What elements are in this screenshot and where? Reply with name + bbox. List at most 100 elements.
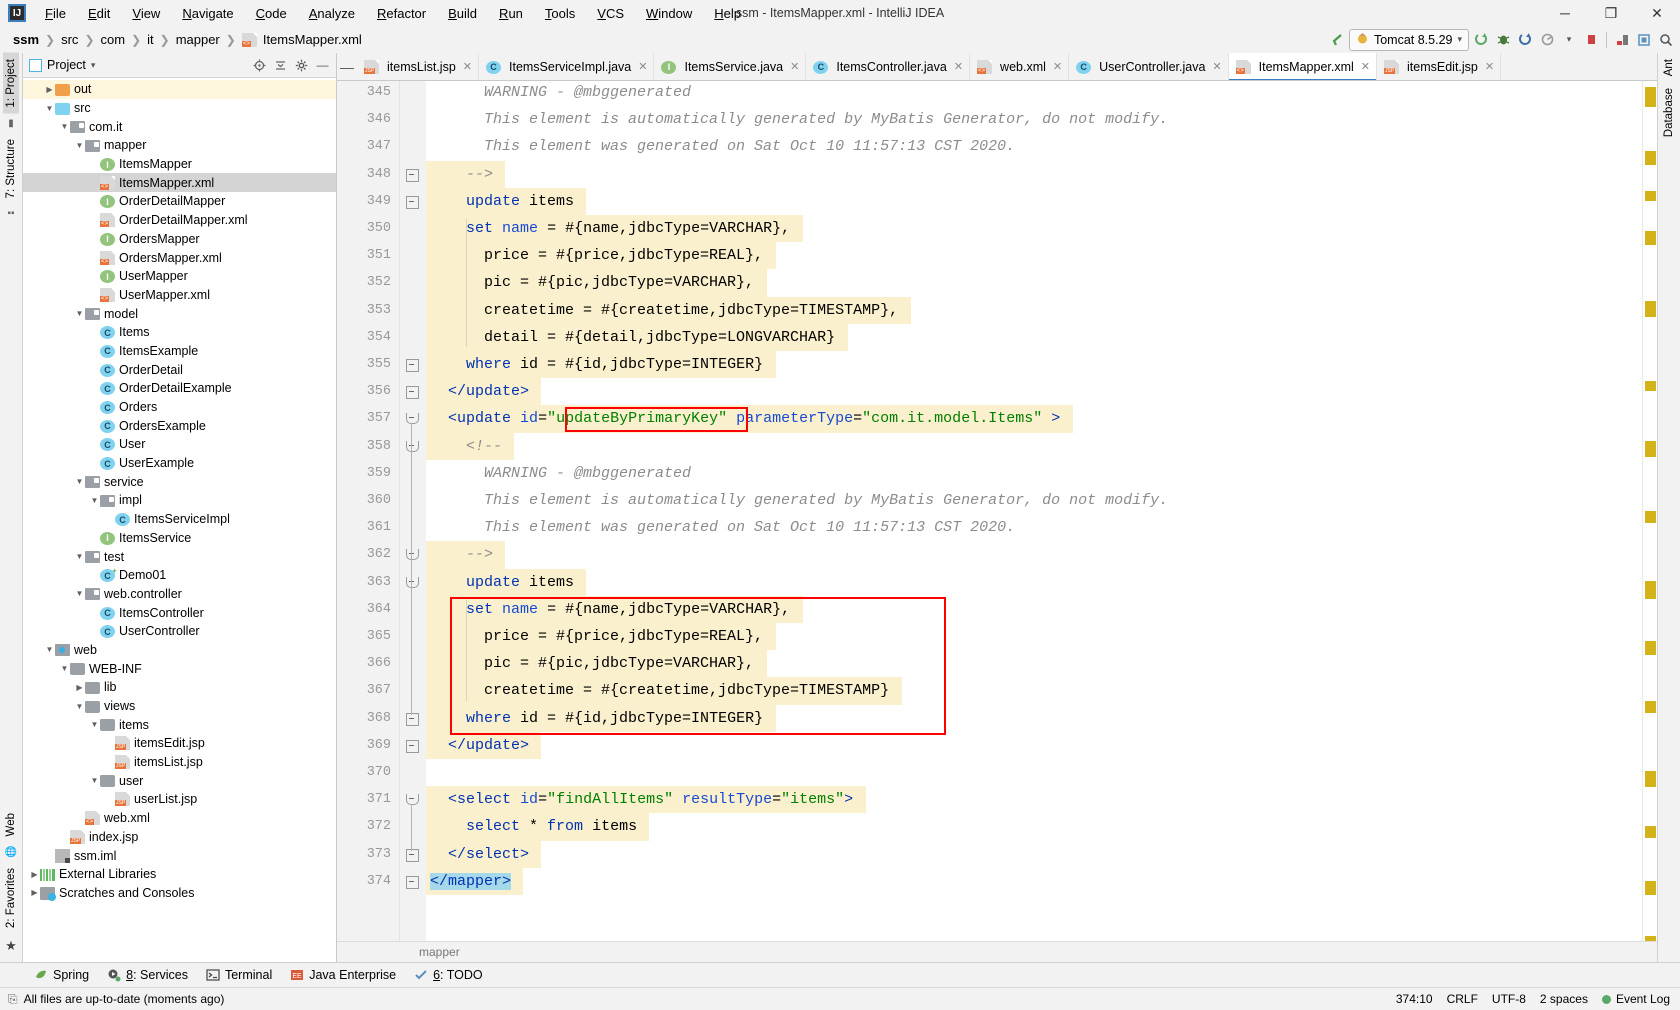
sidebar-tab-ant[interactable]: Ant [1661,53,1677,82]
tool-window-todo[interactable]: 6: TODO [406,966,491,984]
menu-item-build[interactable]: Build [437,3,488,24]
fold-toggle-icon[interactable] [406,848,419,862]
sidebar-tab-structure[interactable]: 7: Structure [3,133,19,204]
sidebar-tab-web[interactable]: Web [3,807,19,842]
tree-item[interactable]: ▼ web [23,641,336,660]
code-line[interactable]: WARNING - @mbggenerated [426,81,1642,106]
chevron-down-icon[interactable]: ▼ [74,702,85,711]
editor-tab-web-xml[interactable]: web.xml ✕ [970,53,1070,80]
tree-item[interactable]: ▶C UserController [23,622,336,641]
tree-item[interactable]: ▶I UserMapper [23,267,336,286]
tree-item[interactable]: ▶C OrderDetail [23,360,336,379]
breadcrumb-item-ssm[interactable]: ssm [8,30,44,49]
sidebar-tab-favorites[interactable]: 2: Favorites [3,862,19,934]
project-tree[interactable]: ▶out▼src▼com.it▼mapper▶IItemsMapper▶Item… [23,78,336,962]
code-line[interactable]: </update> [426,378,1642,405]
menu-item-window[interactable]: Window [635,3,703,24]
fold-toggle-icon[interactable] [406,875,419,889]
chevron-down-icon[interactable]: ▼ [74,309,85,318]
tree-item[interactable]: ▼ model [23,304,336,323]
tree-item[interactable]: ▶ userList.jsp [23,790,336,809]
code-line[interactable]: </update> [426,732,1642,759]
profile-icon[interactable] [1537,30,1557,50]
code-line[interactable]: This element is automatically generated … [426,487,1642,514]
tree-item[interactable]: ▼ src [23,99,336,118]
tree-item[interactable]: ▶C OrderDetailExample [23,379,336,398]
code-line[interactable]: <update id="updateByPrimaryKey" paramete… [426,405,1642,432]
tree-item[interactable]: ▶I OrderDetailMapper [23,192,336,211]
tree-item[interactable]: ▶ OrdersMapper.xml [23,248,336,267]
code-line[interactable]: createtime = #{createtime,jdbcType=TIMES… [426,297,1642,324]
menu-item-edit[interactable]: Edit [77,3,121,24]
chevron-down-icon[interactable]: ▼ [44,104,55,113]
tree-item[interactable]: ▼ mapper [23,136,336,155]
menu-item-help[interactable]: Help [703,3,752,24]
fold-toggle-icon[interactable] [406,413,419,425]
chevron-down-icon[interactable]: ▼ [89,720,100,729]
menu-item-view[interactable]: View [121,3,171,24]
tree-item[interactable]: ▶C ItemsServiceImpl [23,510,336,529]
search-everywhere-icon[interactable] [1656,30,1676,50]
fold-toggle-icon[interactable] [406,386,419,400]
project-title-group[interactable]: Project ▾ [23,58,95,72]
code-line[interactable]: <!-- [426,433,1642,460]
code-line[interactable]: set name = #{name,jdbcType=VARCHAR}, [426,215,1642,242]
chevron-down-icon[interactable]: ▼ [44,645,55,654]
code-marker[interactable] [1645,826,1656,838]
chevron-down-icon[interactable]: ▼ [89,776,100,785]
tree-item[interactable]: ▶C Items [23,323,336,342]
tree-item[interactable]: ▼ service [23,472,336,491]
code-marker[interactable] [1645,381,1656,391]
code-line[interactable]: This element is automatically generated … [426,106,1642,133]
code-line[interactable]: price = #{price,jdbcType=REAL}, [426,242,1642,269]
tree-item[interactable]: ▶C OrdersExample [23,416,336,435]
code-line[interactable]: This element was generated on Sat Oct 10… [426,514,1642,541]
stop-icon[interactable] [1581,30,1601,50]
maximize-button[interactable]: ❐ [1588,0,1634,26]
menu-item-refactor[interactable]: Refactor [366,3,437,24]
editor-tab-usercontroller-java[interactable]: C UserController.java ✕ [1069,53,1229,80]
breadcrumb-item-com[interactable]: com [96,30,131,49]
chevron-down-icon[interactable]: ▼ [89,496,100,505]
tree-item[interactable]: ▼ user [23,771,336,790]
tree-item[interactable]: ▶C ItemsController [23,603,336,622]
tool-window-services[interactable]: 8: Services [99,966,196,984]
code-marker[interactable] [1645,441,1656,457]
fold-toggle-icon[interactable] [406,195,419,209]
tree-item[interactable]: ▶ OrderDetailMapper.xml [23,211,336,230]
code-marker[interactable] [1645,581,1656,599]
chevron-down-icon[interactable]: ▼ [59,122,70,131]
tree-item[interactable]: ▶ lib [23,678,336,697]
code-line[interactable]: This element was generated on Sat Oct 10… [426,133,1642,160]
tool-window-spring[interactable]: Spring [26,966,97,984]
tree-item[interactable]: ▼ WEB-INF [23,659,336,678]
fold-toggle-icon[interactable] [406,359,419,372]
breadcrumb-item-mapper[interactable]: mapper [171,30,225,49]
tree-item[interactable]: ▶I ItemsMapper [23,155,336,174]
chevron-right-icon[interactable]: ▶ [74,683,85,692]
editor-tab-itemsserviceimpl-java[interactable]: C ItemsServiceImpl.java ✕ [479,53,655,80]
fold-toggle-icon[interactable] [406,440,419,452]
code-line[interactable]: <select id="findAllItems" resultType="it… [426,786,1642,813]
tree-item[interactable]: ▶ out [23,80,336,99]
tree-item[interactable]: ▶ itemsEdit.jsp [23,734,336,753]
code-line[interactable]: --> [426,541,1642,568]
tree-item[interactable]: ▼ impl [23,491,336,510]
file-encoding[interactable]: UTF-8 [1492,992,1526,1006]
chevron-down-icon[interactable]: ▼ [74,552,85,561]
minimize-button[interactable]: ─ [1542,0,1588,26]
run-configuration-selector[interactable]: Tomcat 8.5.29 ▾ [1348,28,1469,51]
editor-tab-itemscontroller-java[interactable]: C ItemsController.java ✕ [806,53,971,80]
code-line[interactable]: select * from items [426,813,1642,840]
breadcrumb-item-it[interactable]: it [142,30,159,49]
code-marker[interactable] [1645,936,1656,941]
error-marker-strip[interactable] [1642,81,1657,941]
tool-window-javaenterprise[interactable]: EE Java Enterprise [282,966,404,984]
tree-item[interactable]: ▶ External Libraries [23,865,336,884]
tree-item[interactable]: ▼ test [23,547,336,566]
close-tab-icon[interactable]: ✕ [790,60,799,73]
code-marker[interactable] [1645,701,1656,713]
fold-toggle-icon[interactable] [406,168,419,182]
fold-toggle-icon[interactable] [406,712,419,726]
code-line[interactable] [426,759,1642,786]
